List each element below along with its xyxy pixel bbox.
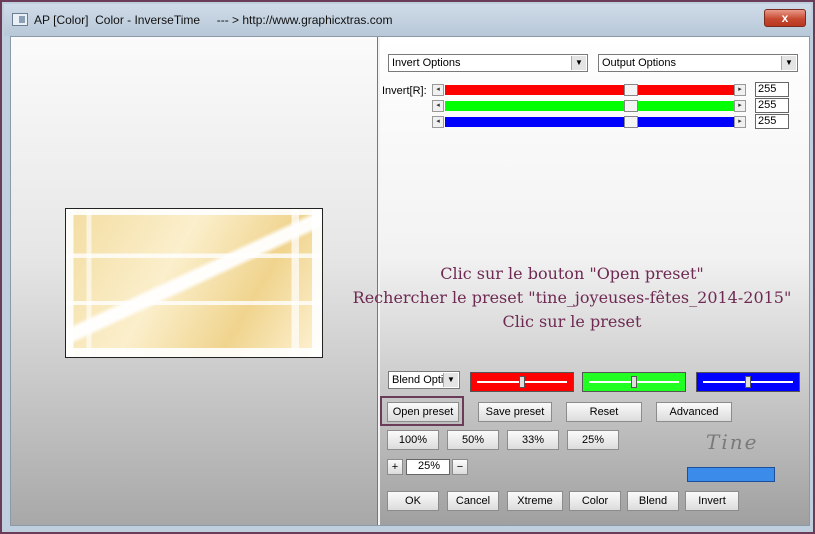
zoom-33-button[interactable]: 33% (507, 430, 559, 450)
chevron-down-icon: ▼ (443, 373, 458, 387)
slider-green-thumb[interactable] (624, 100, 638, 112)
window-frame: AP [Color] Color - InverseTime --- > htt… (0, 0, 815, 534)
zoom-out-button[interactable]: − (452, 459, 468, 475)
slider-green[interactable]: ◂ ▸ (432, 100, 748, 112)
slider-green-track[interactable] (445, 101, 734, 111)
slider-red-track[interactable] (445, 85, 734, 95)
invert-button[interactable]: Invert (685, 491, 739, 511)
slider-blue-track[interactable] (445, 117, 734, 127)
green-mix-slider[interactable] (582, 372, 686, 392)
zoom-25-button[interactable]: 25% (567, 430, 619, 450)
arrow-right-icon[interactable]: ▸ (734, 100, 746, 112)
arrow-left-icon[interactable]: ◂ (432, 84, 444, 96)
close-button[interactable]: x (764, 9, 806, 27)
tutorial-annotation: Clic sur le bouton "Open preset" Recherc… (302, 262, 815, 334)
red-value-field[interactable]: 255 (755, 82, 789, 97)
invert-options-dropdown[interactable]: Invert Options ▼ (388, 54, 588, 72)
slider-red-thumb[interactable] (624, 84, 638, 96)
slider-red[interactable]: ◂ ▸ (432, 84, 748, 96)
arrow-left-icon[interactable]: ◂ (432, 100, 444, 112)
open-preset-highlight (380, 396, 464, 426)
blend-button[interactable]: Blend (627, 491, 679, 511)
save-preset-button[interactable]: Save preset (478, 402, 552, 422)
signature-watermark: Tine (706, 430, 759, 454)
advanced-button[interactable]: Advanced (656, 402, 732, 422)
annotation-line-2: Rechercher le preset "tine_joyeuses-fête… (352, 288, 792, 307)
green-value-field[interactable]: 255 (755, 98, 789, 113)
zoom-in-button[interactable]: + (387, 459, 403, 475)
zoom-value-field[interactable]: 25% (406, 459, 450, 475)
app-window-icon (12, 13, 28, 26)
slider-blue[interactable]: ◂ ▸ (432, 116, 748, 128)
title-bar[interactable]: AP [Color] Color - InverseTime --- > htt… (4, 4, 811, 36)
color-button[interactable]: Color (569, 491, 621, 511)
blend-options-dropdown[interactable]: Blend Optic ▼ (388, 371, 460, 389)
blend-options-value: Blend Optic (392, 374, 449, 386)
annotation-line-1: Clic sur le bouton "Open preset" (440, 264, 704, 283)
reset-button[interactable]: Reset (566, 402, 642, 422)
window-title: AP [Color] Color - InverseTime --- > htt… (34, 13, 393, 27)
cancel-button[interactable]: Cancel (447, 491, 499, 511)
slider-blue-thumb[interactable] (624, 116, 638, 128)
invert-options-value: Invert Options (392, 57, 461, 69)
xtreme-button[interactable]: Xtreme (507, 491, 563, 511)
output-options-value: Output Options (602, 57, 676, 69)
arrow-right-icon[interactable]: ▸ (734, 84, 746, 96)
blue-mix-slider[interactable] (696, 372, 800, 392)
green-mix-knob[interactable] (631, 376, 637, 388)
zoom-100-button[interactable]: 100% (387, 430, 439, 450)
red-mix-knob[interactable] (519, 376, 525, 388)
chevron-down-icon: ▼ (571, 56, 586, 70)
color-preview-bar (687, 467, 775, 482)
preview-image[interactable] (65, 208, 323, 358)
arrow-left-icon[interactable]: ◂ (432, 116, 444, 128)
zoom-50-button[interactable]: 50% (447, 430, 499, 450)
chevron-down-icon: ▼ (781, 56, 796, 70)
output-options-dropdown[interactable]: Output Options ▼ (598, 54, 798, 72)
arrow-right-icon[interactable]: ▸ (734, 116, 746, 128)
red-mix-slider[interactable] (470, 372, 574, 392)
blue-mix-knob[interactable] (745, 376, 751, 388)
blue-value-field[interactable]: 255 (755, 114, 789, 129)
invert-label: Invert[R]: (382, 85, 427, 97)
ok-button[interactable]: OK (387, 491, 439, 511)
annotation-line-3: Clic sur le preset (502, 312, 642, 331)
